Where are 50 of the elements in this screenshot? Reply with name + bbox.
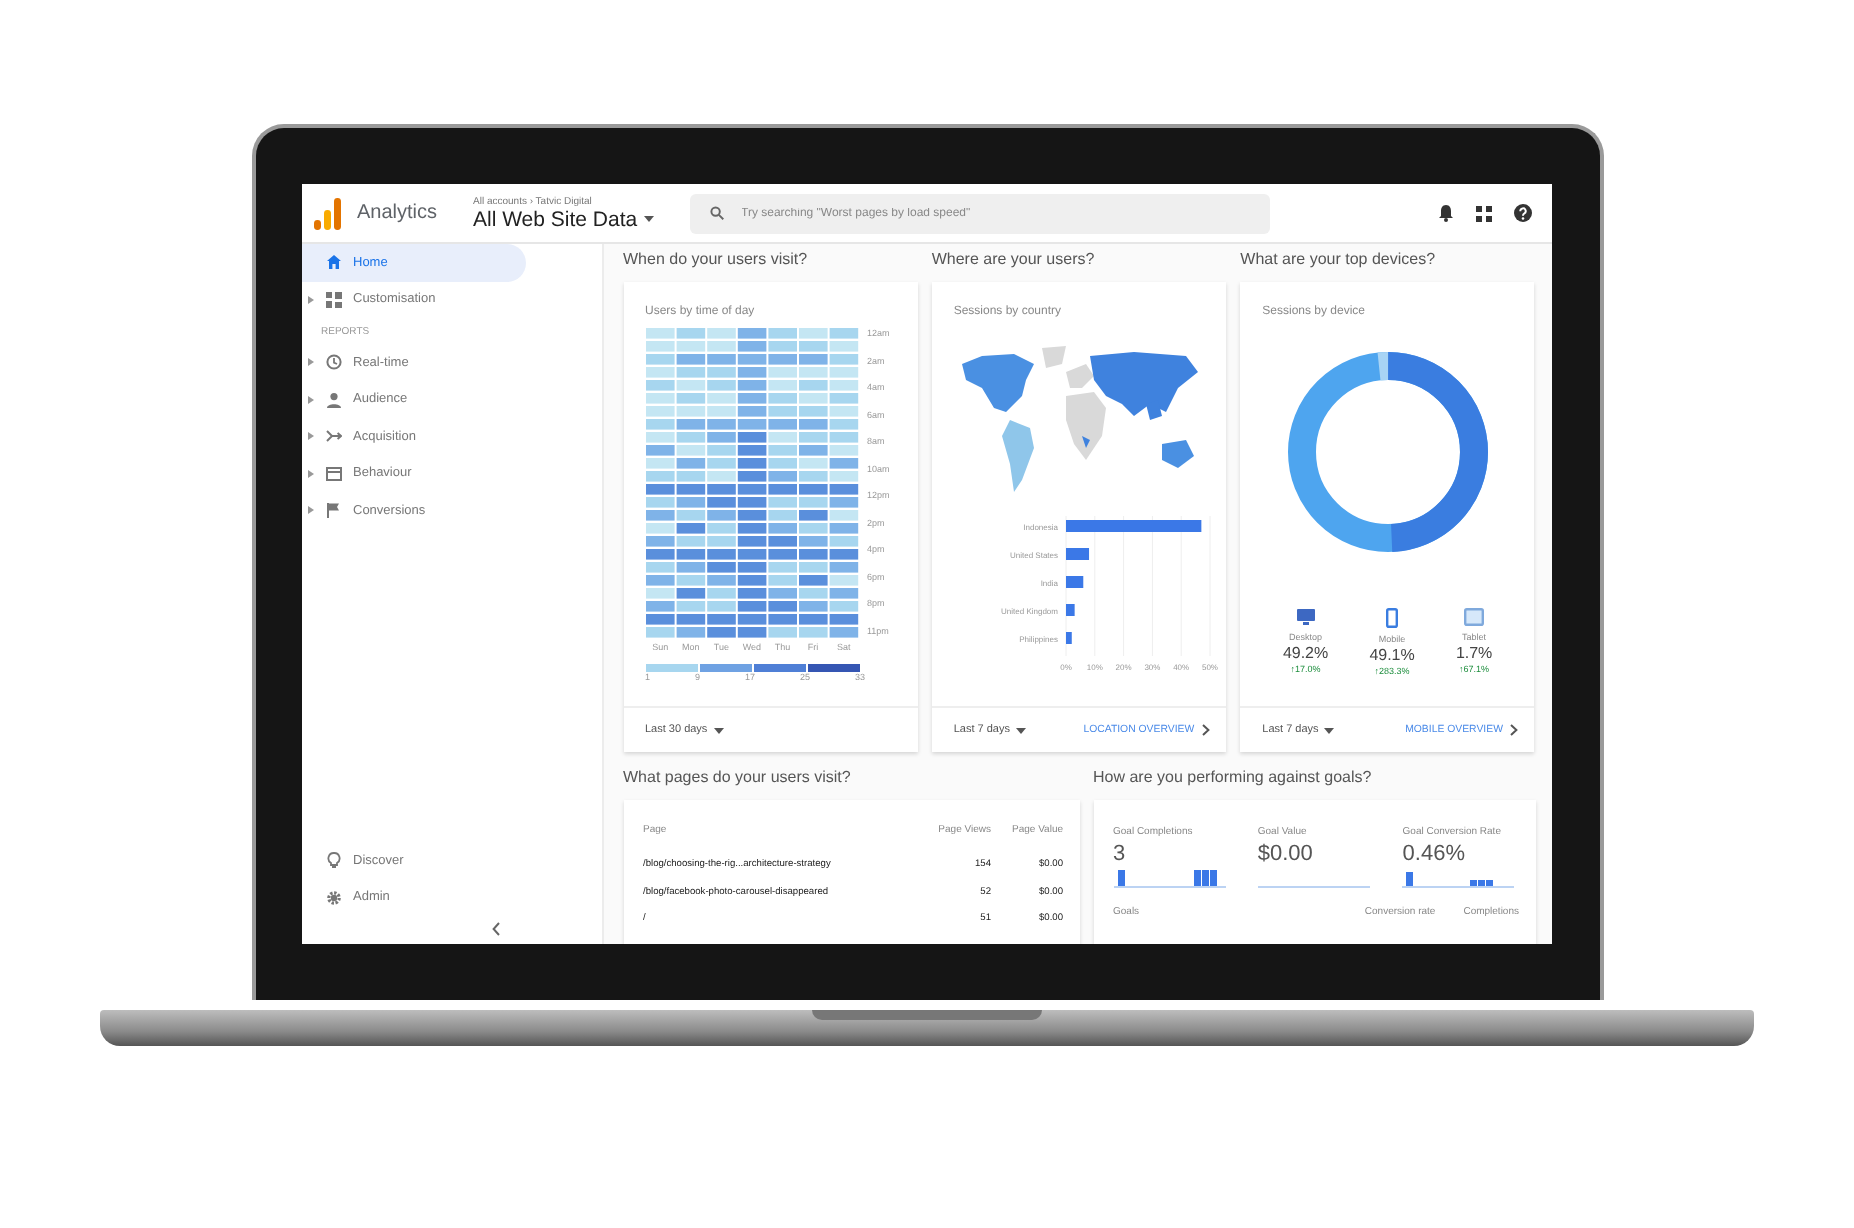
expand-caret-icon [307, 395, 313, 404]
app-name: Analytics [357, 202, 438, 224]
bar-chart-logo-icon [313, 197, 341, 229]
expand-caret-icon [307, 432, 313, 441]
expand-caret-icon [307, 358, 313, 367]
merge-arrow-icon [325, 428, 341, 445]
sparkline-drawing [1257, 886, 1370, 888]
search-icon [709, 206, 723, 220]
sparkline-drawing [1402, 872, 1515, 888]
chevron-right-icon[interactable] [1202, 724, 1211, 736]
sparkline-drawing [1113, 870, 1225, 888]
bar [1065, 632, 1072, 644]
dropdown-caret-icon [643, 216, 654, 222]
flag-icon [325, 502, 341, 519]
device-share: 49.1% [1369, 646, 1415, 664]
metric-value: 3 [1113, 842, 1128, 866]
expand-caret-icon [307, 469, 313, 478]
section-title: What pages do your users visit? [623, 768, 853, 790]
notification-bell-icon[interactable] [1437, 204, 1453, 222]
mobile-phone-icon [1386, 608, 1399, 628]
view-selector[interactable]: All Web Site Data [473, 207, 673, 231]
section-title: What are your top devices? [1240, 250, 1438, 272]
dropdown-caret-icon [1015, 727, 1026, 733]
dashboard-icon [325, 291, 341, 308]
apps-grid-icon[interactable] [1475, 205, 1491, 221]
lightbulb-icon [325, 852, 341, 869]
tablet-icon [1464, 608, 1485, 626]
bar [1065, 520, 1201, 532]
collapse-chevron-icon[interactable] [492, 922, 500, 936]
device-share: 49.2% [1282, 644, 1329, 662]
help-icon[interactable] [1513, 204, 1531, 222]
section-title: When do your users visit? [623, 250, 810, 272]
desktop-icon [1295, 608, 1316, 626]
bar [1065, 548, 1089, 560]
chevron-right-icon[interactable] [1510, 724, 1519, 736]
window-icon [325, 465, 341, 482]
home-icon [325, 254, 341, 271]
gear-icon [325, 889, 341, 906]
section-title: Where are your users? [931, 250, 1097, 272]
device-share: 1.7% [1455, 644, 1493, 662]
dropdown-caret-icon [1324, 727, 1335, 733]
metric-value: $0.00 [1257, 842, 1315, 866]
clock-icon [325, 354, 341, 371]
expand-caret-icon [307, 506, 313, 515]
expand-caret-icon [307, 295, 313, 304]
person-icon [325, 391, 341, 408]
section-title: How are you performing against goals? [1093, 768, 1374, 790]
metric-value: 0.46% [1402, 842, 1467, 866]
bar [1065, 604, 1075, 616]
dropdown-caret-icon [713, 727, 724, 733]
